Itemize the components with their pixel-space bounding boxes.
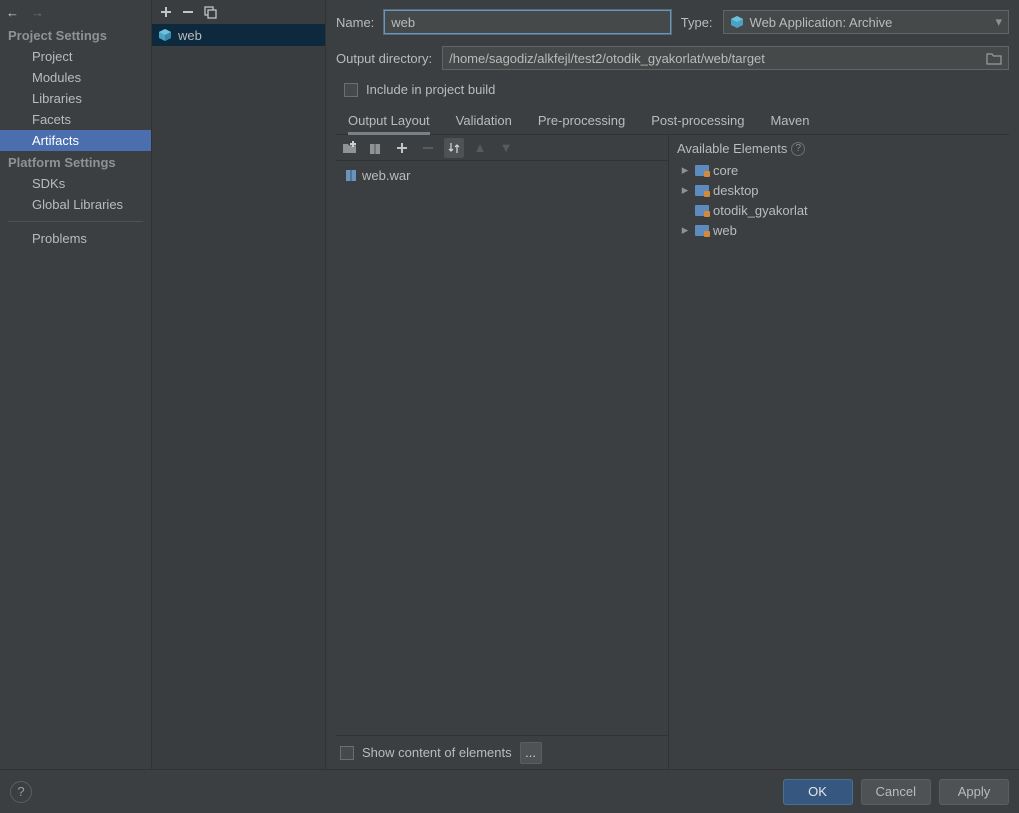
output-tree-root[interactable]: web.war [340,165,664,185]
move-down-button: ▼ [496,138,516,158]
available-elements-help-icon[interactable]: ? [791,142,805,156]
module-item-web[interactable]: ▸ web [677,220,1005,240]
available-elements-panel: Available Elements ? ▸ core ▸ desktop ot… [669,135,1009,769]
module-label: web [713,223,737,238]
type-label: Type: [681,15,713,30]
sidebar-nav-toolbar: ← → [0,0,151,24]
include-build-checkbox[interactable] [344,83,358,97]
ok-button[interactable]: OK [783,779,853,805]
available-elements-label: Available Elements [677,141,787,156]
browse-folder-icon[interactable] [986,52,1002,65]
artifact-tabs: Output Layout Validation Pre-processing … [336,109,1009,135]
output-layout-toolbar: ▲ ▼ [336,135,668,161]
show-content-checkbox[interactable] [340,746,354,760]
remove-button [418,138,438,158]
show-content-label: Show content of elements [362,745,512,760]
create-archive-button[interactable] [366,138,386,158]
add-artifact-button[interactable] [160,6,172,18]
expand-icon[interactable]: ▸ [679,182,691,198]
create-directory-button[interactable] [340,138,360,158]
settings-sidebar: ← → Project Settings Project Modules Lib… [0,0,152,769]
archive-icon [344,168,358,182]
back-arrow-icon[interactable]: ← [6,5,19,20]
sidebar-item-facets[interactable]: Facets [0,109,151,130]
module-item-otodik[interactable]: otodik_gyakorlat [677,200,1005,220]
artifact-icon [158,28,172,42]
sidebar-item-global-libraries[interactable]: Global Libraries [0,194,151,215]
chevron-down-icon: ▾ [995,14,1002,30]
tab-validation[interactable]: Validation [456,109,512,134]
add-copy-button[interactable] [392,138,412,158]
output-directory-value: /home/sagodiz/alkfejl/test2/otodik_gyako… [449,51,765,66]
sidebar-divider [8,221,143,222]
tab-pre-processing[interactable]: Pre-processing [538,109,625,134]
module-icon [695,205,709,216]
module-icon [695,185,709,196]
more-options-button[interactable]: ... [520,742,542,764]
module-label: otodik_gyakorlat [713,203,808,218]
sidebar-item-modules[interactable]: Modules [0,67,151,88]
cancel-button[interactable]: Cancel [861,779,931,805]
artifact-detail-panel: Name: Type: Web Application: Archive ▾ O… [326,0,1019,769]
sidebar-item-problems[interactable]: Problems [0,228,151,249]
project-settings-header: Project Settings [0,24,151,46]
artifact-list-toolbar [152,0,325,24]
module-icon [695,225,709,236]
output-layout-panel: ▲ ▼ web.war Show content of elements ... [336,135,669,769]
expand-icon[interactable]: ▸ [679,162,691,178]
artifact-type-select[interactable]: Web Application: Archive ▾ [723,10,1009,34]
platform-settings-header: Platform Settings [0,151,151,173]
sidebar-item-libraries[interactable]: Libraries [0,88,151,109]
help-button[interactable]: ? [10,781,32,803]
artifact-type-value: Web Application: Archive [750,15,893,30]
artifact-name-input[interactable] [384,10,670,34]
name-label: Name: [336,15,374,30]
apply-button[interactable]: Apply [939,779,1009,805]
sort-button[interactable] [444,138,464,158]
module-label: desktop [713,183,759,198]
artifact-list-panel: web [152,0,326,769]
tab-output-layout[interactable]: Output Layout [348,109,430,134]
output-tree[interactable]: web.war [336,161,668,735]
forward-arrow-icon: → [31,5,44,20]
tab-post-processing[interactable]: Post-processing [651,109,744,134]
module-item-core[interactable]: ▸ core [677,160,1005,180]
artifact-list-item-label: web [178,28,202,43]
artifact-list-item[interactable]: web [152,24,325,46]
output-bottom-options: Show content of elements ... [336,735,668,769]
output-directory-input[interactable]: /home/sagodiz/alkfejl/test2/otodik_gyako… [442,46,1009,70]
copy-artifact-button[interactable] [204,6,217,19]
output-dir-label: Output directory: [336,51,432,66]
sidebar-item-project[interactable]: Project [0,46,151,67]
expand-icon[interactable]: ▸ [679,222,691,238]
tab-maven[interactable]: Maven [770,109,809,134]
sidebar-item-sdks[interactable]: SDKs [0,173,151,194]
remove-artifact-button[interactable] [182,6,194,18]
module-label: core [713,163,738,178]
include-build-label: Include in project build [366,82,495,97]
sidebar-item-artifacts[interactable]: Artifacts [0,130,151,151]
module-icon [695,165,709,176]
move-up-button: ▲ [470,138,490,158]
output-tree-root-label: web.war [362,168,410,183]
dialog-footer: ? OK Cancel Apply [0,769,1019,813]
module-item-desktop[interactable]: ▸ desktop [677,180,1005,200]
artifact-type-icon [730,15,744,29]
